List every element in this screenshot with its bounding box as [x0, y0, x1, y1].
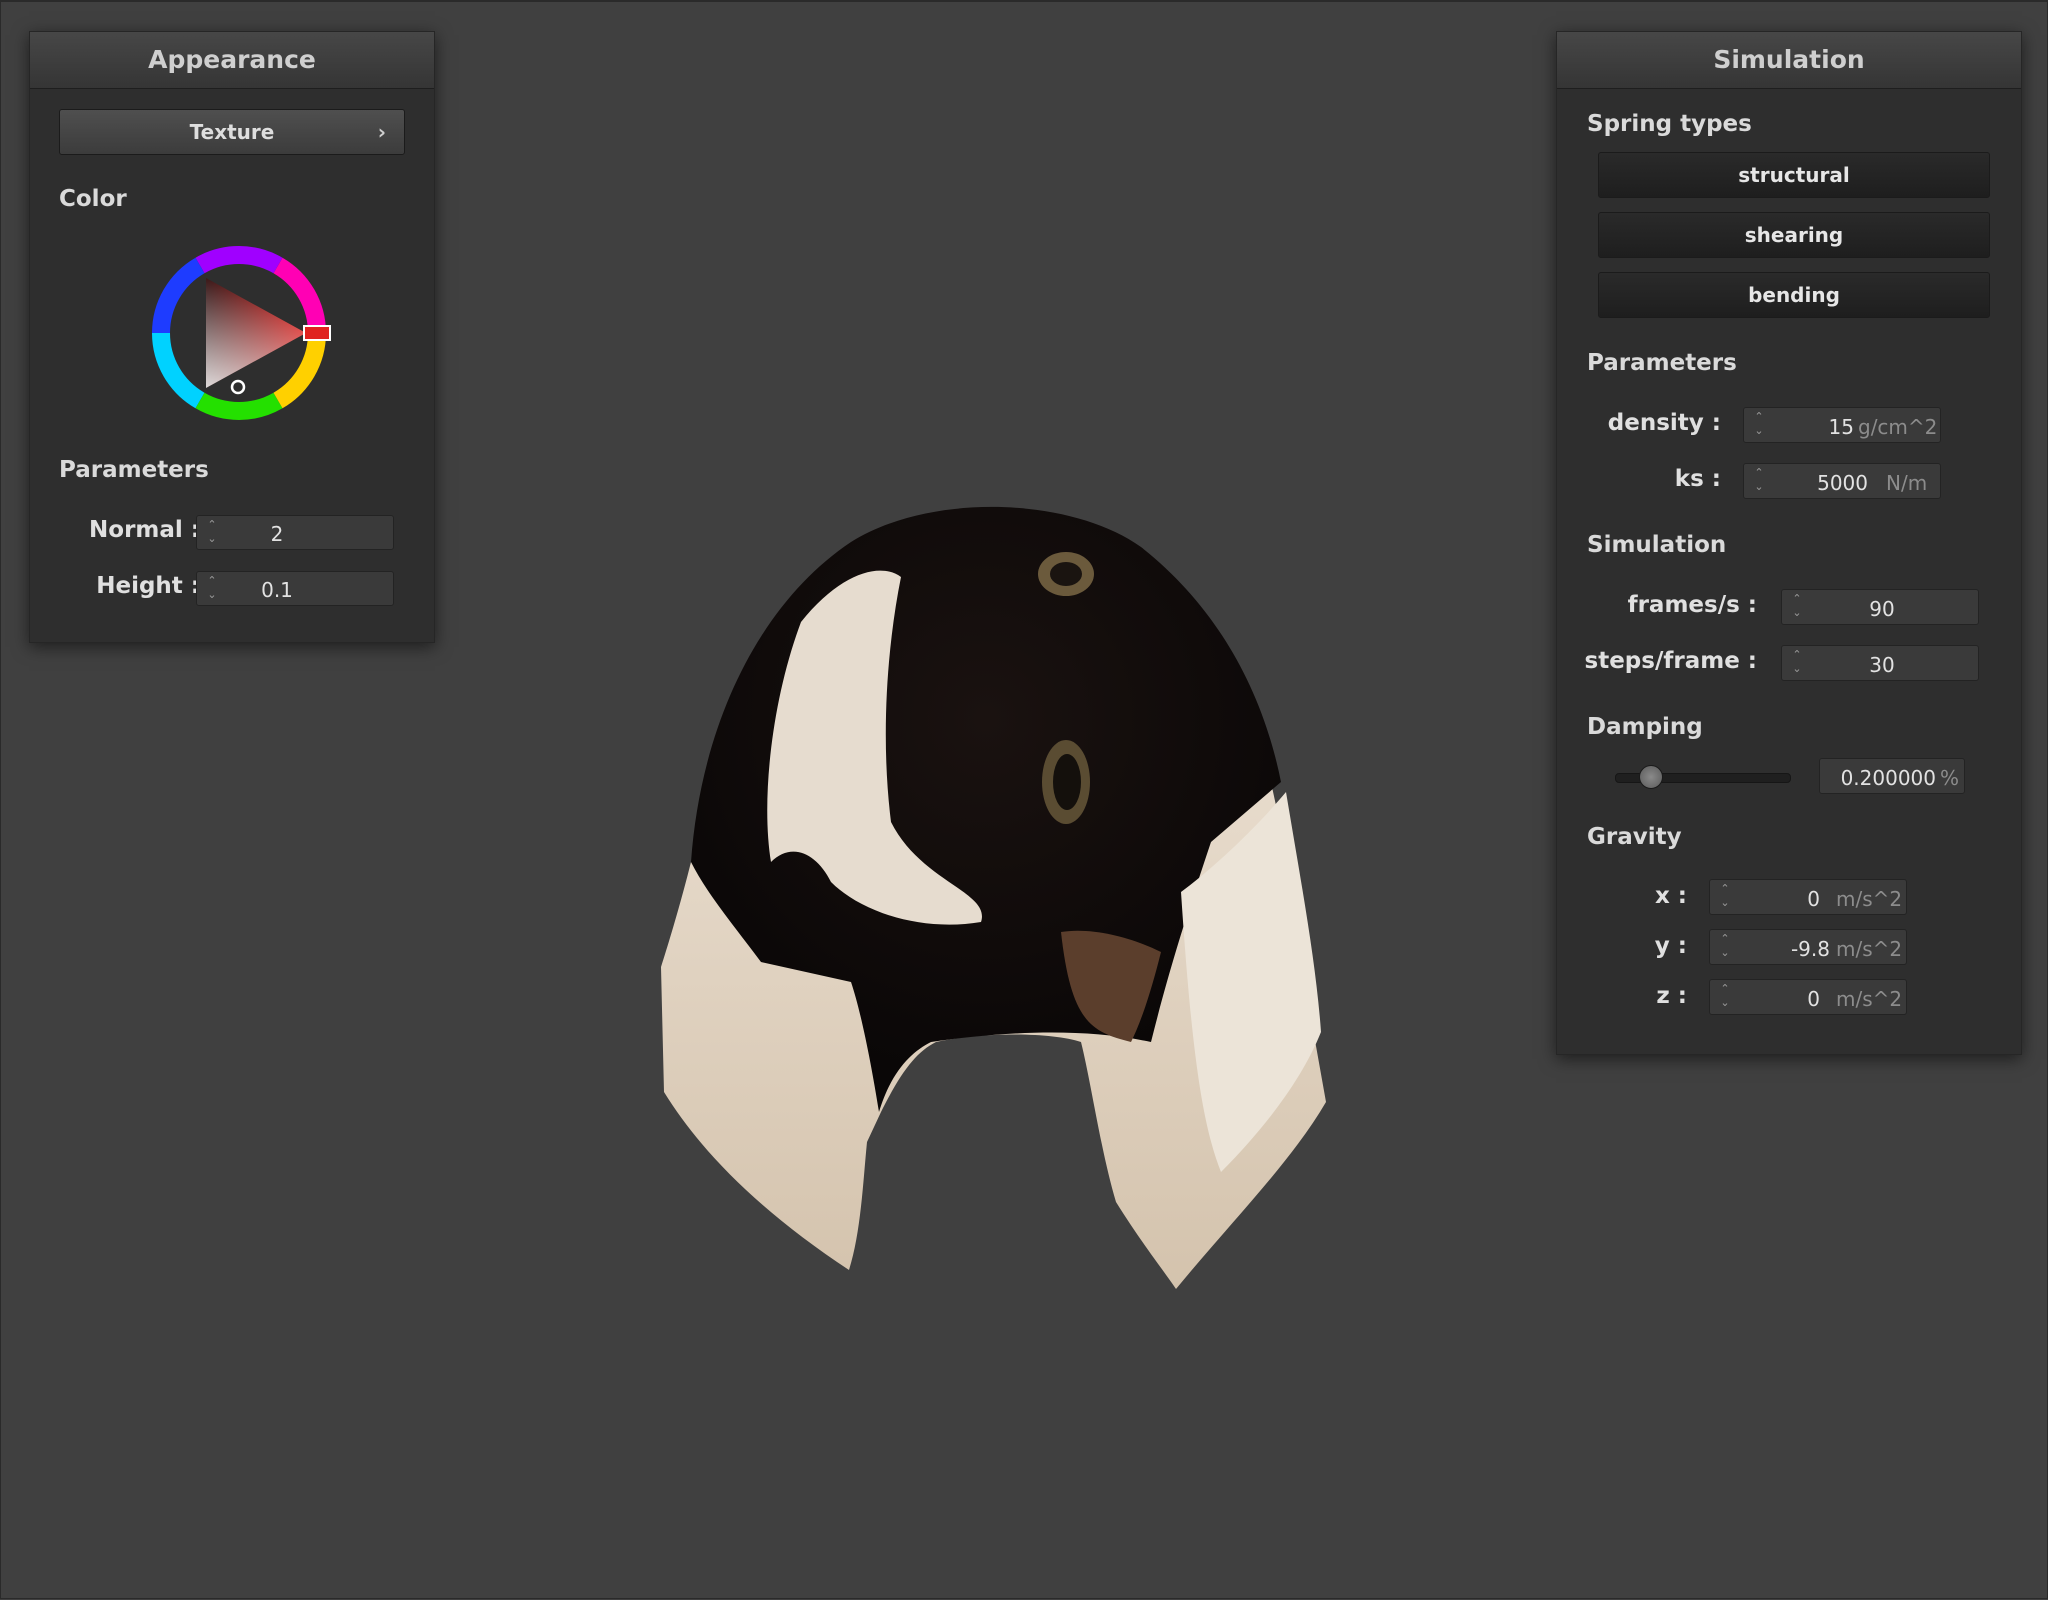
spin-arrows-icon[interactable]: ⌃ ⌄: [205, 518, 219, 546]
ks-unit: N/m: [1886, 471, 1928, 495]
simulation-parameters-label: Parameters: [1587, 350, 1737, 376]
normal-label: Normal :: [89, 517, 200, 543]
density-unit: g/cm^2: [1858, 415, 1938, 439]
gravity-z-label: z :: [1656, 983, 1687, 1009]
gravity-z-unit: m/s^2: [1836, 987, 1903, 1011]
appearance-panel-title[interactable]: Appearance: [30, 32, 434, 89]
gravity-y-value: -9.8: [1790, 937, 1830, 961]
gravity-z-value: 0: [1807, 987, 1820, 1011]
steps-per-frame-spinbox[interactable]: ⌃ ⌄ 30: [1781, 645, 1979, 681]
structural-spring-button[interactable]: structural: [1598, 152, 1990, 198]
height-spinbox[interactable]: ⌃ ⌄ 0.1: [196, 571, 394, 606]
steps-per-frame-value: 30: [1869, 653, 1895, 677]
texture-button[interactable]: Texture ›: [59, 109, 405, 155]
spin-arrows-icon[interactable]: ⌃ ⌄: [1718, 982, 1732, 1010]
spin-arrows-icon[interactable]: ⌃ ⌄: [205, 574, 219, 602]
bending-spring-button[interactable]: bending: [1598, 272, 1990, 318]
gravity-y-unit: m/s^2: [1836, 937, 1903, 961]
color-wheel[interactable]: [144, 238, 334, 428]
damping-slider-handle[interactable]: [1638, 765, 1663, 789]
sv-selector-handle[interactable]: [230, 379, 246, 395]
texture-button-label: Texture: [189, 120, 275, 144]
density-value: 15: [1828, 415, 1854, 439]
damping-value-box[interactable]: 0.200000 %: [1819, 758, 1965, 794]
spin-arrows-icon[interactable]: ⌃ ⌄: [1718, 882, 1732, 910]
damping-unit: %: [1940, 766, 1960, 790]
spin-arrows-icon[interactable]: ⌃ ⌄: [1790, 592, 1804, 620]
normal-value: 2: [270, 522, 284, 546]
simulation-panel: Simulation Spring types structural shear…: [1556, 31, 2022, 1055]
ks-label: ks :: [1674, 466, 1721, 492]
spin-arrows-icon[interactable]: ⌃ ⌄: [1718, 932, 1732, 960]
gravity-x-unit: m/s^2: [1836, 887, 1903, 911]
spin-arrows-icon[interactable]: ⌃ ⌄: [1790, 648, 1804, 676]
damping-label: Damping: [1587, 714, 1703, 740]
appearance-parameters-label: Parameters: [59, 457, 209, 483]
frames-per-second-value: 90: [1869, 597, 1895, 621]
simulation-panel-title[interactable]: Simulation: [1557, 32, 2021, 89]
ks-value: 5000: [1817, 471, 1868, 495]
app-window: Appearance Texture › Color Parameters No…: [0, 0, 2048, 1599]
gravity-x-value: 0: [1807, 887, 1820, 911]
height-label: Height :: [96, 573, 200, 599]
damping-value: 0.200000: [1840, 766, 1936, 790]
frames-per-second-spinbox[interactable]: ⌃ ⌄ 90: [1781, 589, 1979, 625]
frames-per-second-label: frames/s :: [1627, 592, 1757, 618]
density-label: density :: [1607, 410, 1721, 436]
simulation-section-label: Simulation: [1587, 532, 1727, 558]
gravity-x-label: x :: [1654, 883, 1687, 909]
spin-arrows-icon[interactable]: ⌃ ⌄: [1752, 466, 1766, 494]
height-value: 0.1: [261, 578, 293, 602]
chevron-right-icon: ›: [377, 120, 386, 144]
ks-spinbox[interactable]: ⌃ ⌄ 5000 N/m: [1743, 463, 1941, 499]
normal-spinbox[interactable]: ⌃ ⌄ 2: [196, 515, 394, 550]
gravity-y-label: y :: [1654, 933, 1687, 959]
gravity-z-spinbox[interactable]: ⌃ ⌄ 0 m/s^2: [1709, 979, 1907, 1015]
shearing-spring-button[interactable]: shearing: [1598, 212, 1990, 258]
draped-cloth[interactable]: [661, 506, 1326, 1289]
gravity-y-spinbox[interactable]: ⌃ ⌄ -9.8 m/s^2: [1709, 929, 1907, 965]
color-section-label: Color: [59, 186, 127, 212]
spin-arrows-icon[interactable]: ⌃ ⌄: [1752, 410, 1766, 438]
density-spinbox[interactable]: ⌃ ⌄ 15 g/cm^2: [1743, 407, 1941, 443]
steps-per-frame-label: steps/frame :: [1584, 648, 1757, 674]
spring-types-label: Spring types: [1587, 111, 1752, 137]
hue-selector-handle[interactable]: [303, 325, 331, 341]
appearance-panel: Appearance Texture › Color Parameters No…: [29, 31, 435, 643]
gravity-x-spinbox[interactable]: ⌃ ⌄ 0 m/s^2: [1709, 879, 1907, 915]
gravity-label: Gravity: [1587, 824, 1682, 850]
